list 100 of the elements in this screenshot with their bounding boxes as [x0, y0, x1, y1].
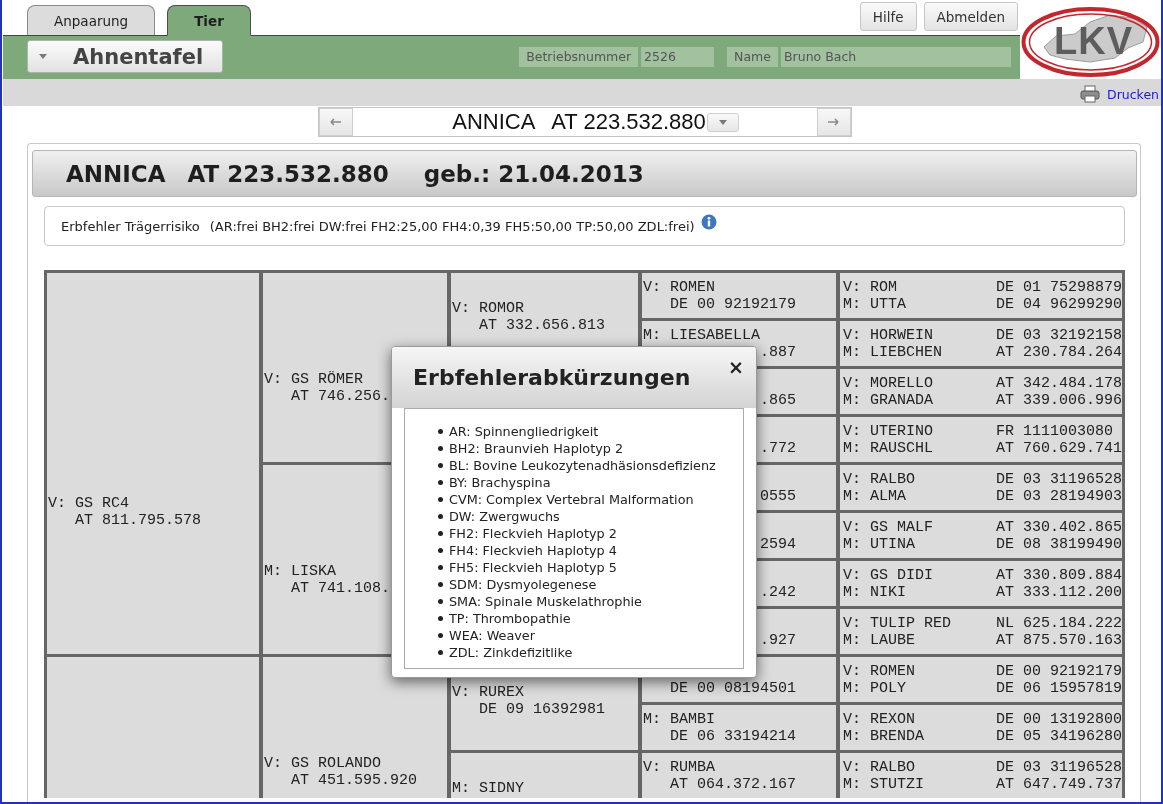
parent-id: AT 760.629.741 — [996, 440, 1123, 457]
parent-id: DE 05 34196280 — [996, 728, 1123, 745]
dropdown-button[interactable] — [706, 112, 739, 132]
tab[interactable]: Anpaarung — [27, 5, 156, 35]
parent-name: M: BRENDA — [843, 728, 924, 745]
abbreviation: FH4: Fleckvieh Haplotyp 4 — [449, 543, 617, 558]
previous-button[interactable] — [318, 108, 353, 136]
help-button[interactable]: Hilfe — [859, 2, 917, 31]
parent-id: FR 1111003080 — [996, 423, 1114, 440]
parent-name: V: HORWEIN — [843, 327, 933, 344]
tab[interactable]: Tier — [167, 5, 251, 36]
caret-icon — [39, 54, 47, 59]
pedigree-name: V: ROMOR — [452, 300, 524, 317]
parent-id: DE 03 28194903 — [996, 488, 1123, 505]
pedigree-id: 2594 — [760, 536, 796, 553]
parent-name: M: LAUBE — [843, 632, 915, 649]
pedigree-name: M: LISKA — [264, 563, 336, 580]
bullet-icon — [438, 633, 443, 638]
printer-icon — [1080, 85, 1101, 103]
parent-id: DE 03 31196528 — [996, 759, 1123, 776]
abbreviation: SMA: Spinale Muskelathrophie — [449, 594, 642, 609]
bullet-icon — [438, 599, 443, 604]
parent-name: V: UTERINO — [843, 423, 933, 440]
parent-id: DE 03 31196528 — [996, 471, 1123, 488]
risk-label: Erbfehler Trägerrisiko — [61, 218, 200, 234]
pedigree-id: .927 — [760, 632, 796, 649]
parent-name: M: GRANADA — [843, 392, 933, 409]
abbreviation: FH5: Fleckvieh Haplotyp 5 — [449, 560, 617, 575]
parent-id: DE 01 75298879 — [996, 279, 1123, 296]
pedigree-name: M: LIESABELLA — [643, 327, 761, 344]
pedigree-id: AT 332.656.813 — [479, 317, 606, 334]
abbreviation: TP: Thrombopathie — [449, 611, 571, 626]
pedigree-name: V: GS RÖMER — [264, 371, 364, 388]
pedigree-name: V: GS RC4 — [48, 495, 129, 512]
birth-date: geb.: 21.04.2013 — [423, 160, 644, 187]
parent-id: DE 04 96299290 — [996, 296, 1123, 313]
bullet-icon — [438, 480, 443, 485]
parent-name: M: NIKI — [843, 584, 906, 601]
bullet-icon — [438, 531, 443, 536]
next-button[interactable] — [816, 108, 851, 136]
field-value: Bruno Bach — [781, 47, 1011, 67]
abbreviation: BL: Bovine Leukozytenadhäsionsdefizienz — [449, 458, 716, 473]
abbreviation: FH2: Fleckvieh Haplotyp 2 — [449, 526, 617, 541]
bullet-icon — [438, 650, 443, 655]
parent-id: DE 06 15957819 — [996, 680, 1123, 697]
parent-name: V: ROMEN — [843, 663, 915, 680]
print-link[interactable]: Drucken — [1080, 85, 1159, 103]
pedigree-name: V: GS ROLANDO — [264, 755, 382, 772]
bullet-icon — [438, 463, 443, 468]
abbreviation: AR: Spinnengliedrigkeit — [449, 424, 599, 439]
bullet-icon — [438, 514, 443, 519]
dialog-title: Erbfehlerabkürzungen — [413, 365, 691, 390]
parent-name: V: GS MALF — [843, 519, 933, 536]
abbreviation: BY: Brachyspina — [449, 475, 551, 490]
logo-text: LKV — [1054, 20, 1133, 62]
parent-id: AT 330.809.884 — [996, 567, 1123, 584]
pedigree-id: DE 06 33194214 — [670, 728, 797, 745]
pedigree-id: .865 — [760, 392, 796, 409]
parent-name: V: RALBO — [843, 471, 915, 488]
parent-name: V: MORELLO — [843, 375, 933, 392]
field-value: 2526 — [641, 47, 715, 67]
parent-name: M: UTINA — [843, 536, 915, 553]
info-icon[interactable] — [700, 214, 717, 230]
bullet-icon — [438, 616, 443, 621]
pedigree-name: M: SIDNY — [452, 780, 524, 797]
parent-id: DE 00 13192800 — [996, 711, 1123, 728]
pedigree-name: M: BAMBI — [643, 711, 715, 728]
parent-name: M: POLY — [843, 680, 906, 697]
parent-id: AT 333.112.200 — [996, 584, 1123, 601]
arrow-left-icon — [330, 118, 341, 126]
bullet-icon — [438, 429, 443, 434]
pedigree-id: AT 741.108. — [291, 580, 391, 597]
abbreviation: ZDL: Zinkdefizitlike — [449, 645, 573, 660]
pedigree-id: DE 00 08194501 — [670, 680, 797, 697]
bullet-icon — [438, 582, 443, 587]
parent-name: V: TULIP RED — [843, 615, 952, 632]
parent-name: V: REXON — [843, 711, 915, 728]
abbreviation: DW: Zwergwuchs — [449, 509, 560, 524]
bullet-icon — [438, 548, 443, 553]
parent-name: M: LIEBCHEN — [843, 344, 943, 361]
parent-id: AT 230.784.264 — [996, 344, 1123, 361]
parent-id: DE 00 92192179 — [996, 663, 1123, 680]
pedigree-id: AT 811.795.578 — [75, 512, 202, 529]
pedigree-id: AT 451.595.920 — [291, 772, 418, 789]
field-label: Name — [727, 47, 778, 67]
pedigree-id: AT 064.372.167 — [670, 776, 797, 793]
parent-id: DE 03 32192158 — [996, 327, 1123, 344]
logout-button[interactable]: Abmelden — [923, 2, 1018, 31]
parent-id: AT 647.749.737 — [996, 776, 1123, 793]
pedigree-id: 0555 — [760, 488, 796, 505]
view-dropdown[interactable]: Ahnentafel — [27, 40, 223, 73]
arrow-right-icon — [828, 118, 839, 126]
abbreviation: CVM: Complex Vertebral Malformation — [449, 492, 694, 507]
parent-id: AT 342.484.178 — [996, 375, 1123, 392]
logo-icon — [1020, 5, 1161, 78]
pedigree-id: AT 746.256. — [291, 388, 391, 405]
bullet-icon — [438, 497, 443, 502]
parent-id: DE 08 38199490 — [996, 536, 1123, 553]
pedigree-id: DE 09 16392981 — [479, 701, 606, 718]
close-button[interactable]: × — [726, 356, 746, 378]
